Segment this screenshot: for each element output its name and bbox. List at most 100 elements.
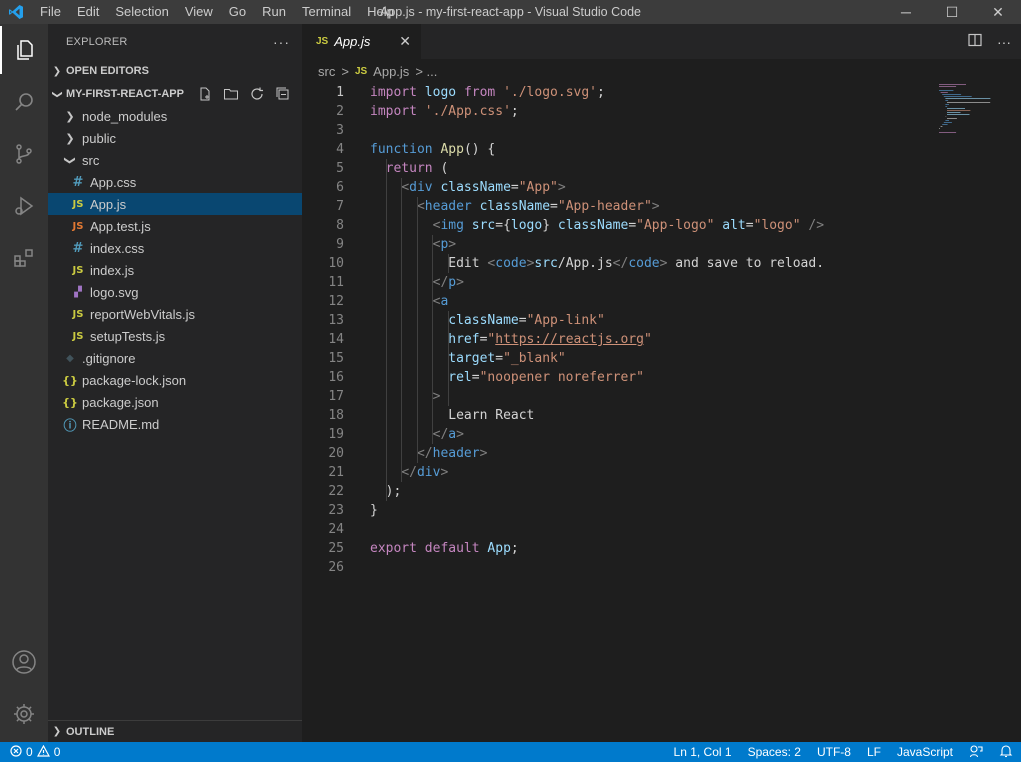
code-line: 11 </p> (302, 273, 1021, 292)
line-number: 23 (328, 503, 344, 518)
breadcrumb-file[interactable]: App.js (373, 64, 409, 79)
status-bar: 0 0 Ln 1, Col 1 Spaces: 2 UTF-8 LF JavaS… (0, 742, 1021, 762)
tree-item-label: package-lock.json (82, 372, 187, 388)
refresh-icon[interactable] (246, 84, 268, 104)
line-number: 25 (328, 541, 344, 556)
chevron-down-icon: ❯ (63, 155, 76, 165)
tree-item-gitignore[interactable]: ◆ .gitignore (48, 347, 302, 369)
code-text: href="https://reactjs.org" (448, 332, 652, 347)
menu-file[interactable]: File (32, 0, 69, 24)
code-line: 9 <p> (302, 235, 1021, 254)
line-number: 21 (328, 465, 344, 480)
warning-count: 0 (53, 745, 61, 759)
search-icon[interactable] (0, 78, 48, 126)
menu-go[interactable]: Go (221, 0, 254, 24)
menu-view[interactable]: View (177, 0, 221, 24)
js-file-icon: JS (72, 330, 84, 342)
split-editor-icon[interactable] (967, 32, 983, 51)
language-mode[interactable]: JavaScript (889, 745, 961, 759)
breadcrumb-tail[interactable]: > ... (415, 64, 437, 79)
settings-gear-icon[interactable] (0, 690, 48, 738)
breadcrumb-folder[interactable]: src (318, 64, 335, 79)
tree-item-src[interactable]: ❯ src (48, 149, 302, 171)
code-line: 14 href="https://reactjs.org" (302, 330, 1021, 349)
code-text: export default App; (370, 541, 519, 556)
code-line: 6 <div className="App"> (302, 178, 1021, 197)
outline-section[interactable]: ❯ OUTLINE (48, 720, 302, 742)
account-icon[interactable] (0, 638, 48, 686)
tree-item-app-css[interactable]: # App.css (48, 171, 302, 193)
line-number: 2 (336, 104, 344, 119)
error-count: 0 (26, 745, 33, 759)
tree-item-app-test-js[interactable]: JS App.test.js (48, 215, 302, 237)
close-tab-icon[interactable]: ✕ (399, 33, 411, 50)
vscode-logo-icon[interactable] (0, 0, 32, 24)
code-line: 8 <img src={logo} className="App-logo" a… (302, 216, 1021, 235)
more-actions-icon[interactable]: ··· (997, 34, 1011, 50)
line-number: 5 (336, 161, 344, 176)
test-file-icon: JS (72, 220, 84, 232)
minimize-icon[interactable]: ─ (883, 0, 929, 24)
code-line: 3 (302, 121, 1021, 140)
tree-item-label: public (82, 130, 116, 146)
tree-item-label: App.css (90, 174, 137, 190)
menu-run[interactable]: Run (254, 0, 294, 24)
tree-item-node-modules[interactable]: ❯ node_modules (48, 105, 302, 127)
tree-item-setuptests-js[interactable]: JS setupTests.js (48, 325, 302, 347)
problems-indicator[interactable]: 0 0 (0, 744, 61, 760)
menu-terminal[interactable]: Terminal (294, 0, 359, 24)
tree-item-logo-svg[interactable]: ▞ logo.svg (48, 281, 302, 303)
code-line: 18 Learn React (302, 406, 1021, 425)
close-icon[interactable]: ✕ (975, 0, 1021, 24)
tree-item-label: package.json (82, 394, 159, 410)
more-actions-icon[interactable]: ··· (273, 34, 290, 50)
title-bar: File Edit Selection View Go Run Terminal Help A… (0, 0, 1021, 24)
js-file-icon: JS (72, 308, 84, 320)
line-number: 3 (336, 123, 344, 138)
explorer-icon[interactable] (0, 26, 48, 74)
indentation[interactable]: Spaces: 2 (740, 745, 809, 759)
menu-edit[interactable]: Edit (69, 0, 107, 24)
run-debug-icon[interactable] (0, 182, 48, 230)
code-line: 12 <a (302, 292, 1021, 311)
notifications-bell-icon[interactable] (991, 744, 1021, 761)
tree-item-package-json[interactable]: {} package.json (48, 391, 302, 413)
new-file-icon[interactable] (194, 84, 216, 104)
menu-selection[interactable]: Selection (107, 0, 176, 24)
error-icon (10, 744, 22, 760)
tree-item-index-css[interactable]: # index.css (48, 237, 302, 259)
encoding[interactable]: UTF-8 (809, 745, 859, 759)
line-number: 26 (328, 560, 344, 575)
code-line: 19 </a> (302, 425, 1021, 444)
tree-item-readme-md[interactable]: ⓘ README.md (48, 413, 302, 435)
source-control-icon[interactable] (0, 130, 48, 178)
tree-item-public[interactable]: ❯ public (48, 127, 302, 149)
project-section[interactable]: ❯ MY-FIRST-REACT-APP (48, 83, 302, 105)
end-of-line[interactable]: LF (859, 745, 889, 759)
new-folder-icon[interactable] (220, 84, 242, 104)
chevron-right-icon: ❯ (52, 65, 62, 77)
indent-guide (401, 178, 403, 482)
tree-item-label: logo.svg (90, 284, 139, 300)
cursor-position[interactable]: Ln 1, Col 1 (666, 745, 740, 759)
feedback-icon[interactable] (961, 744, 991, 761)
extensions-icon[interactable] (0, 234, 48, 282)
tree-item-reportwebvitals-js[interactable]: JS reportWebVitals.js (48, 303, 302, 325)
menu-help[interactable]: Help (359, 0, 402, 24)
code-text: Edit <code>src/App.js</code> and save to… (448, 256, 825, 271)
explorer-sidebar: EXPLORER ··· ❯ OPEN EDITORS ❯ MY-FIRST-R… (48, 24, 302, 742)
outline-label: OUTLINE (66, 725, 115, 738)
tree-item-package-lock-json[interactable]: {} package-lock.json (48, 369, 302, 391)
code-editor[interactable]: 1 import logo from './logo.svg'; 2 import '… (302, 83, 1021, 742)
open-editors-section[interactable]: ❯ OPEN EDITORS (48, 60, 302, 82)
indent-guide (448, 254, 449, 273)
collapse-all-icon[interactable] (272, 84, 294, 104)
tab-app-js[interactable]: JS App.js ✕ (302, 24, 421, 59)
code-line: 17 > (302, 387, 1021, 406)
tree-item-app-js[interactable]: JS App.js (48, 193, 302, 215)
maximize-icon[interactable]: ☐ (929, 0, 975, 24)
tree-item-index-js[interactable]: JS index.js (48, 259, 302, 281)
code-text: <header className="App-header"> (416, 199, 660, 214)
tree-item-label: setupTests.js (90, 328, 166, 344)
code-text: import './App.css'; (370, 104, 519, 119)
